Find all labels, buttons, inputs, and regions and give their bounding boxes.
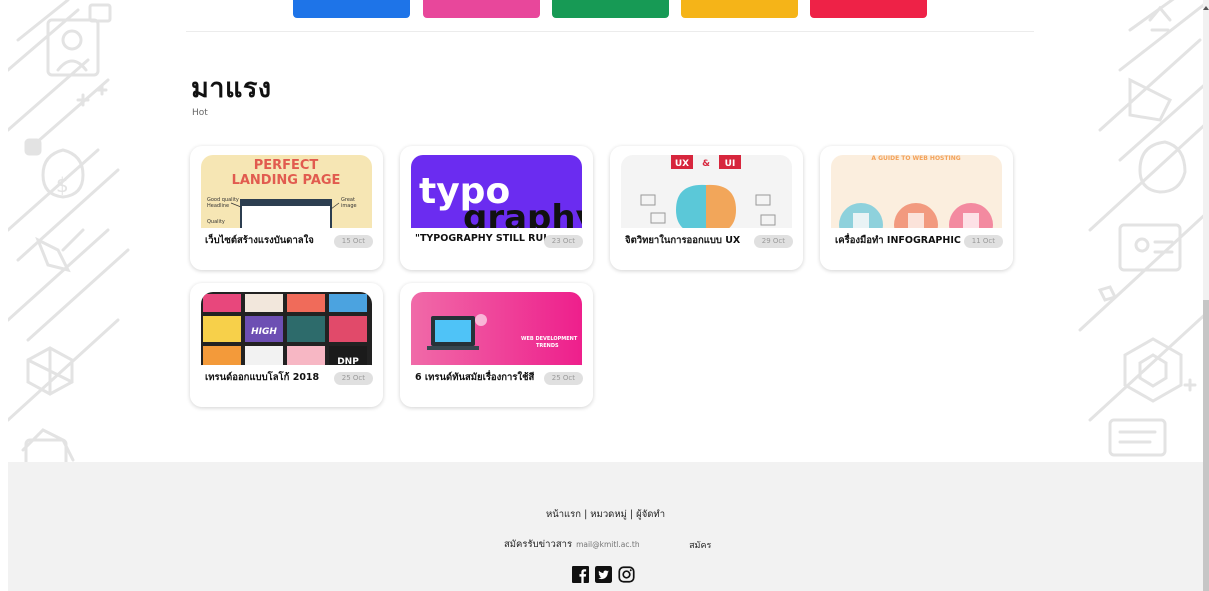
- article-card[interactable]: A GUIDE TO WEB HOSTING เครื่องมือทำ INFO…: [820, 146, 1013, 270]
- card-title: เทรนด์ออกแบบโลโก้ 2018: [205, 372, 320, 383]
- card-thumbnail: A GUIDE TO WEB HOSTING: [831, 155, 1002, 235]
- newsletter-subscribe: สมัครรับข่าวสาร สมัคร: [504, 537, 711, 552]
- decorative-doodle-right: [1060, 0, 1209, 462]
- card-date-badge: 25 Oct: [543, 372, 583, 385]
- card-title: จิตวิทยาในการออกแบบ UX: [625, 235, 741, 246]
- email-input[interactable]: [576, 537, 687, 552]
- category-pill-1[interactable]: [293, 0, 410, 18]
- section-title: มาแรง: [191, 73, 272, 104]
- decorative-doodle-left: $: [8, 0, 158, 462]
- twitter-icon[interactable]: [595, 566, 612, 583]
- section-subtitle: Hot: [192, 108, 208, 118]
- category-pill-3[interactable]: [552, 0, 669, 18]
- article-card[interactable]: HIGH DNP เทรนด์ออกแบบโลโก้ 2018 25 Oct: [190, 283, 383, 407]
- card-thumbnail: WEB DEVELOPMENT TRENDS: [411, 292, 582, 372]
- article-card[interactable]: typo graphy "TYPOGRAPHY STILL RULES" 23 …: [400, 146, 593, 270]
- card-title: 6 เทรนด์ทันสมัยเรื่องการใช้สี: [415, 372, 535, 383]
- footer-link-categories[interactable]: หมวดหมู่: [590, 507, 627, 522]
- card-title: เว็บไซต์สร้างแรงบันดาลใจ: [205, 235, 314, 246]
- category-pill-4[interactable]: [681, 0, 798, 18]
- card-date-badge: 25 Oct: [333, 372, 373, 385]
- svg-text:Quality: Quality: [207, 219, 225, 225]
- category-pill-5[interactable]: [810, 0, 927, 18]
- card-title: "TYPOGRAPHY STILL RULES": [415, 233, 550, 244]
- card-date-badge: 11 Oct: [963, 235, 1003, 248]
- svg-text:UX: UX: [675, 159, 689, 169]
- card-date-badge: 23 Oct: [543, 235, 583, 248]
- article-card[interactable]: PERFECT LANDING PAGE Good quality Headli…: [190, 146, 383, 270]
- svg-text:UI: UI: [725, 159, 736, 169]
- subscribe-button[interactable]: สมัคร: [689, 538, 711, 552]
- svg-text:Headline: Headline: [207, 203, 229, 209]
- card-date-badge: 15 Oct: [333, 235, 373, 248]
- facebook-icon[interactable]: [572, 566, 589, 583]
- svg-text:PERFECT: PERFECT: [254, 158, 319, 173]
- svg-text:LANDING PAGE: LANDING PAGE: [232, 173, 341, 188]
- svg-text:HIGH: HIGH: [251, 327, 277, 337]
- card-thumbnail: typo graphy: [411, 155, 582, 235]
- footer-nav: หน้าแรก | หมวดหมู่ | ผู้จัดทำ: [8, 507, 1203, 522]
- footer-separator: |: [629, 509, 634, 520]
- svg-text:A GUIDE TO WEB HOSTING: A GUIDE TO WEB HOSTING: [871, 155, 960, 162]
- category-pill-2[interactable]: [423, 0, 540, 18]
- article-card[interactable]: UX & UI จิตวิทยาในการออกแบบ UX 29 Oct: [610, 146, 803, 270]
- article-card[interactable]: WEB DEVELOPMENT TRENDS 6 เทรนด์ทันสมัยเร…: [400, 283, 593, 407]
- instagram-icon[interactable]: [618, 566, 635, 583]
- card-thumbnail: UX & UI: [621, 155, 792, 235]
- top-divider: [186, 31, 1034, 32]
- scroll-up-arrow-icon[interactable]: [1203, 6, 1209, 10]
- card-title: เครื่องมือทำ INFOGRAPHIC: [835, 235, 961, 246]
- svg-text:&: &: [702, 159, 710, 169]
- subscribe-label: สมัครรับข่าวสาร: [504, 539, 573, 550]
- site-footer: หน้าแรก | หมวดหมู่ | ผู้จัดทำ สมัครรับข่…: [8, 462, 1203, 591]
- footer-separator: |: [584, 509, 588, 520]
- card-date-badge: 29 Oct: [753, 235, 793, 248]
- svg-text:TRENDS: TRENDS: [536, 343, 559, 349]
- scrollbar-thumb[interactable]: [1203, 300, 1209, 591]
- svg-text:WEB DEVELOPMENT: WEB DEVELOPMENT: [521, 336, 578, 342]
- footer-link-home[interactable]: หน้าแรก: [546, 507, 581, 522]
- page-scrollbar[interactable]: [1203, 0, 1209, 591]
- svg-text:image: image: [341, 203, 357, 209]
- footer-link-creators[interactable]: ผู้จัดทำ: [636, 507, 665, 522]
- social-links: [572, 566, 635, 583]
- card-thumbnail: HIGH DNP: [201, 292, 372, 372]
- card-thumbnail: PERFECT LANDING PAGE Good quality Headli…: [201, 155, 372, 235]
